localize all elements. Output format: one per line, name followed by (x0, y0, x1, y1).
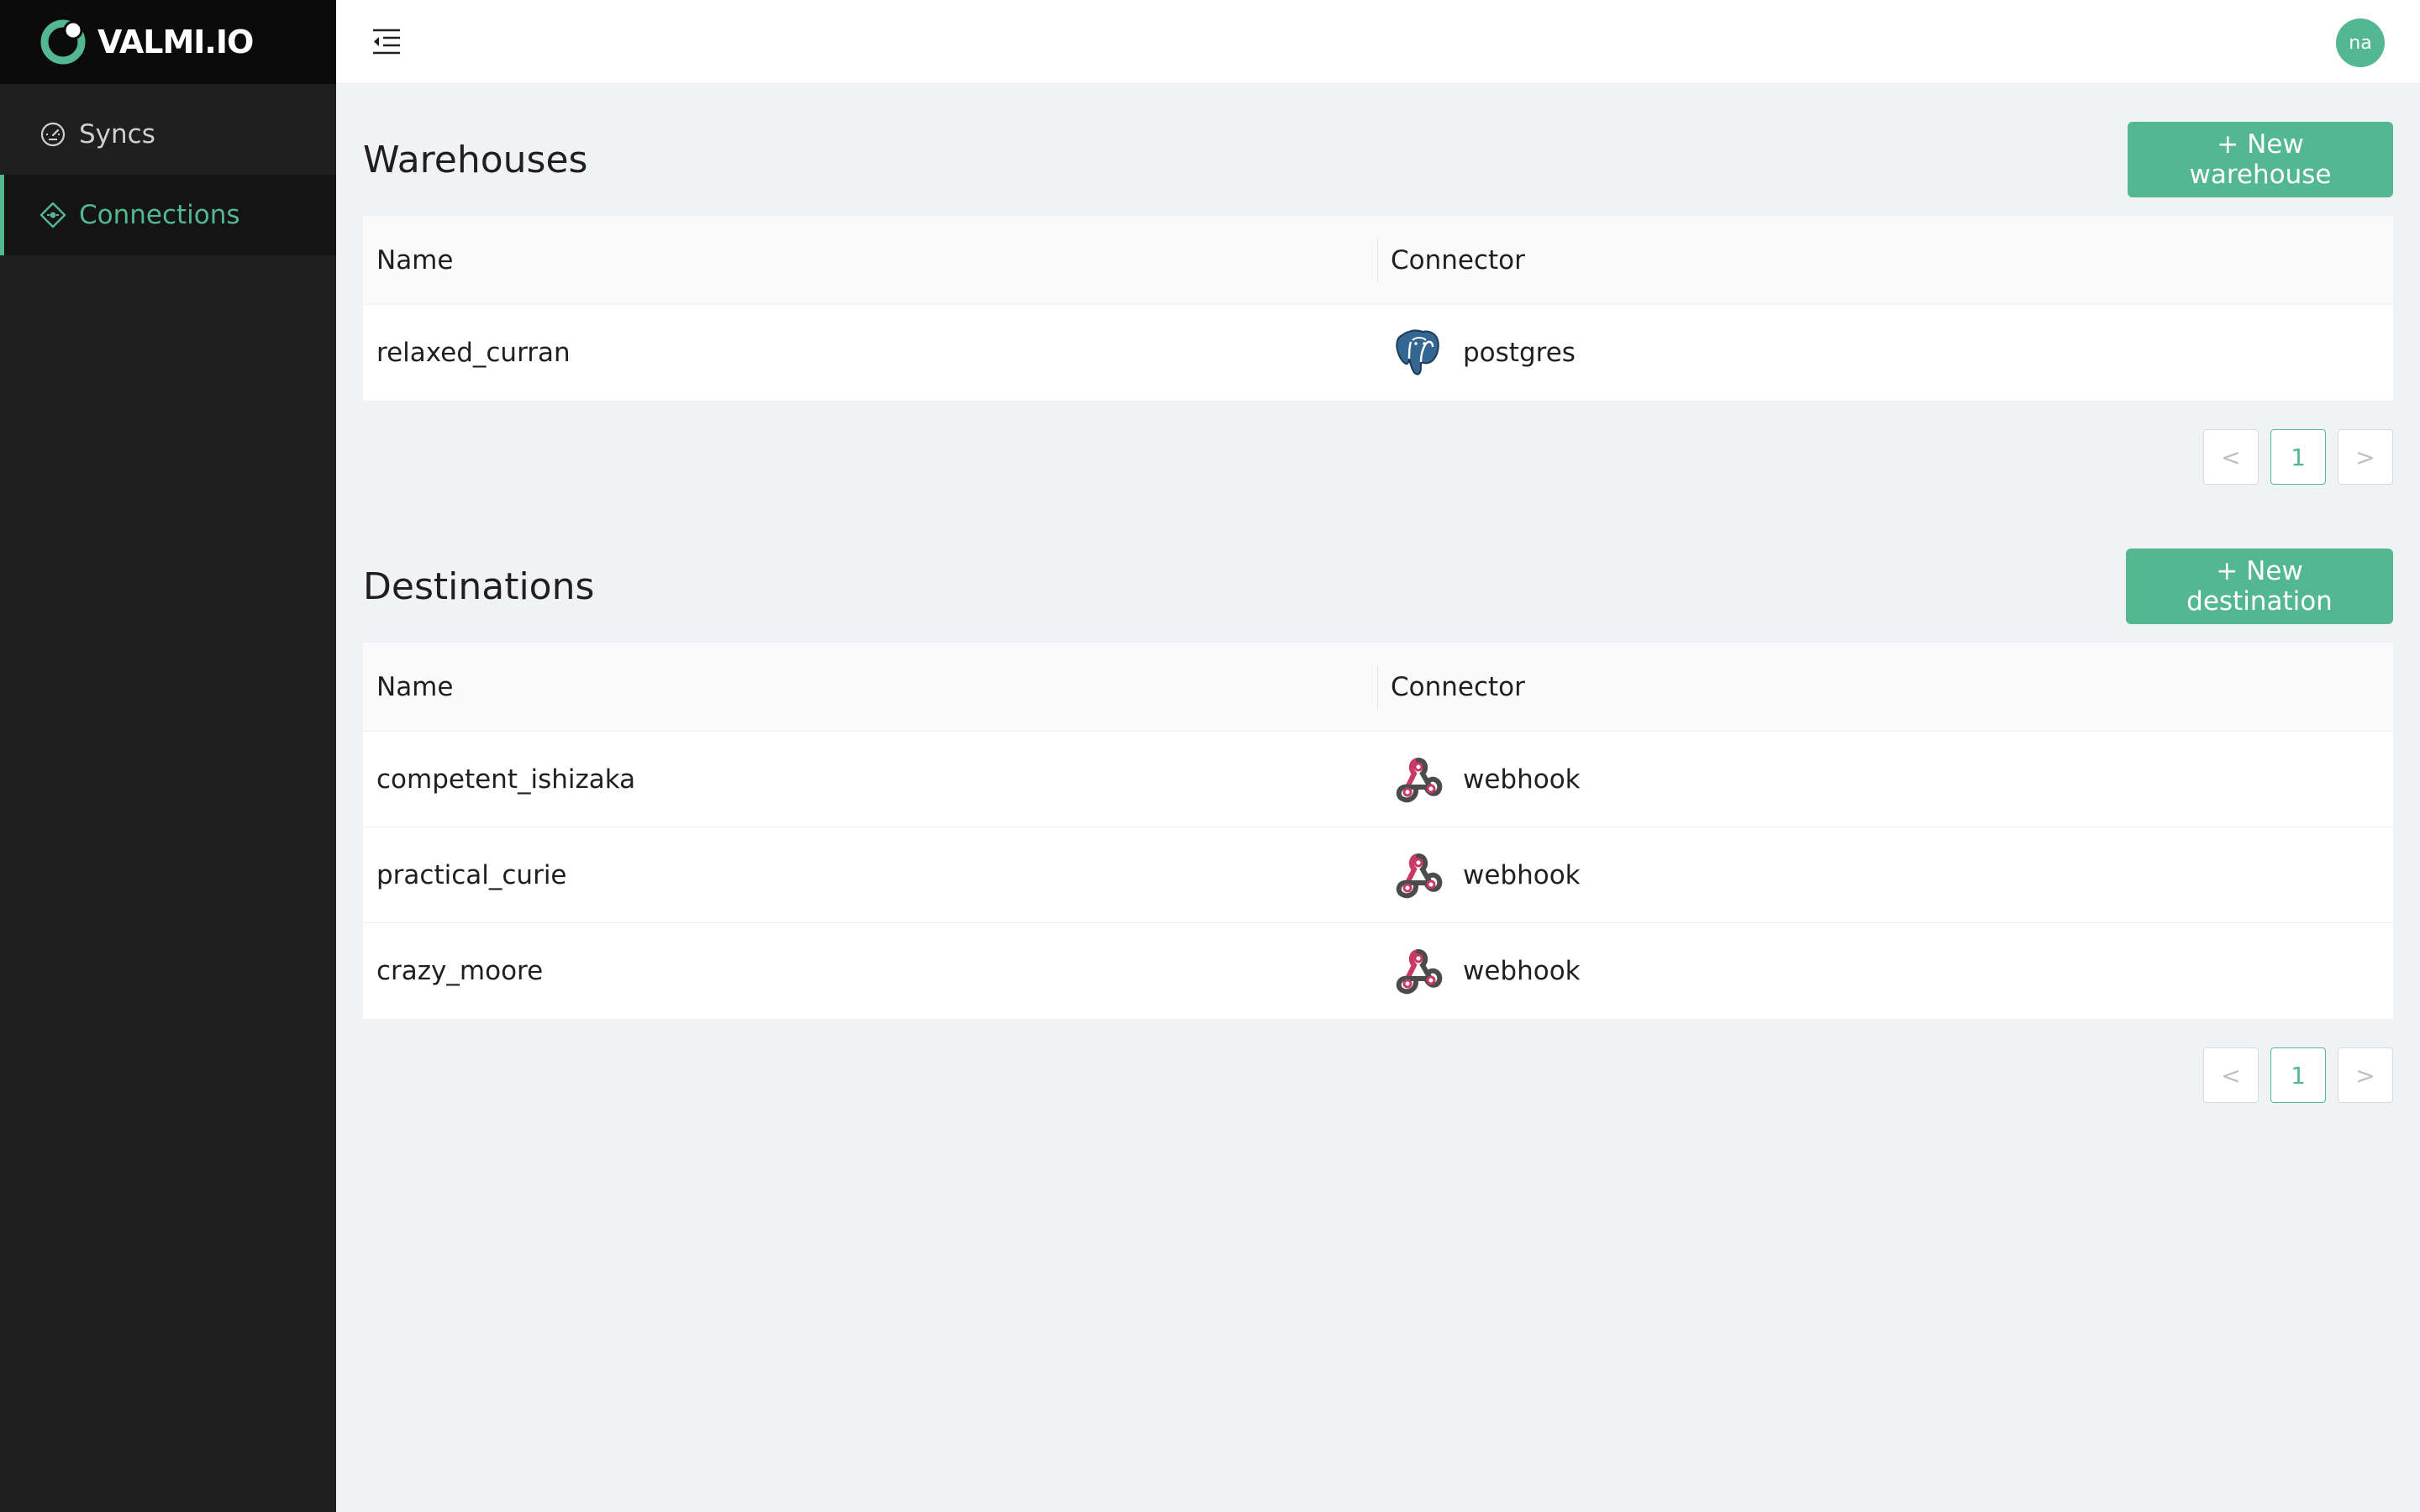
destinations-pagination: < 1 > (363, 1047, 2393, 1103)
connector-label: webhook (1463, 764, 1581, 795)
new-warehouse-button[interactable]: + New warehouse (2128, 122, 2393, 197)
sidebar-item-label: Syncs (79, 119, 155, 150)
valmi-logo-icon (40, 19, 86, 65)
table-row[interactable]: crazy_moore webhook (363, 923, 2393, 1019)
row-connector: webhook (1377, 752, 2393, 807)
warehouses-section: Warehouses + New warehouse Name Connecto… (363, 122, 2393, 485)
webhook-icon (1396, 757, 1443, 802)
top-header: na (336, 0, 2420, 84)
table-row[interactable]: practical_curie webhook (363, 827, 2393, 923)
destinations-section: Destinations + New destination Name Conn… (363, 549, 2393, 1103)
sidebar-item-syncs[interactable]: Syncs (0, 94, 336, 175)
sidebar-item-label: Connections (79, 200, 240, 230)
connections-diamond-icon (39, 202, 66, 228)
column-header-connector: Connector (1377, 664, 2393, 709)
column-header-name: Name (376, 244, 454, 276)
connector-label: webhook (1463, 956, 1581, 986)
column-header-name: Name (376, 671, 454, 702)
row-name: relaxed_curran (376, 338, 571, 368)
table-header: Name Connector (363, 216, 2393, 305)
postgres-elephant-icon (1396, 329, 1439, 375)
table-row[interactable]: competent_ishizaka webhook (363, 732, 2393, 827)
prev-page-button[interactable]: < (2203, 1047, 2259, 1103)
destinations-table: Name Connector competent_ishizaka webhoo… (363, 643, 2393, 1019)
table-header: Name Connector (363, 643, 2393, 732)
next-page-button[interactable]: > (2338, 1047, 2393, 1103)
warehouses-header: Warehouses + New warehouse (363, 122, 2393, 197)
row-name: competent_ishizaka (376, 764, 636, 795)
warehouses-table: Name Connector relaxed_curran postgres (363, 216, 2393, 401)
next-page-button[interactable]: > (2338, 429, 2393, 485)
page-number-button[interactable]: 1 (2270, 429, 2326, 485)
webhook-icon (1396, 949, 1443, 995)
column-header-connector: Connector (1377, 238, 2393, 282)
sidebar-nav: Syncs Connections (0, 94, 336, 255)
sidebar-item-connections[interactable]: Connections (0, 175, 336, 255)
row-name: crazy_moore (376, 956, 544, 986)
table-row[interactable]: relaxed_curran postgres (363, 305, 2393, 401)
sidebar: VALMI.IO Syncs Connections (0, 0, 336, 1512)
main-content: Warehouses + New warehouse Name Connecto… (363, 84, 2393, 1103)
row-connector: webhook (1377, 848, 2393, 903)
webhook-icon (1396, 853, 1443, 898)
new-destination-button[interactable]: + New destination (2126, 549, 2393, 624)
connector-label: webhook (1463, 859, 1581, 890)
connector-label: postgres (1463, 338, 1576, 368)
prev-page-button[interactable]: < (2203, 429, 2259, 485)
row-connector: postgres (1377, 325, 2393, 381)
warehouses-title: Warehouses (363, 138, 588, 181)
logo[interactable]: VALMI.IO (0, 0, 336, 84)
user-avatar[interactable]: na (2336, 18, 2385, 67)
destinations-title: Destinations (363, 564, 595, 608)
brand-name: VALMI.IO (97, 24, 254, 60)
page-number-button[interactable]: 1 (2270, 1047, 2326, 1103)
row-name: practical_curie (376, 859, 567, 890)
row-connector: webhook (1377, 943, 2393, 999)
warehouses-pagination: < 1 > (363, 429, 2393, 485)
dashboard-gauge-icon (40, 122, 66, 147)
menu-fold-icon[interactable] (370, 25, 403, 59)
destinations-header: Destinations + New destination (363, 549, 2393, 624)
